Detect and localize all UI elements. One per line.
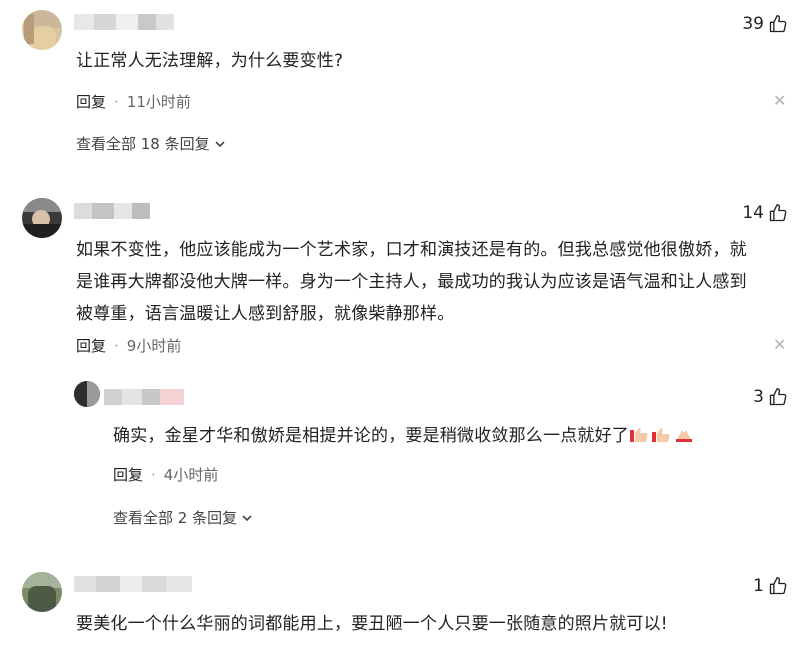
chevron-down-icon xyxy=(215,140,225,147)
username-redacted[interactable] xyxy=(74,14,174,30)
view-all-replies-button[interactable]: 查看全部 2 条回复 xyxy=(113,507,253,528)
like-count: 3 xyxy=(753,387,764,407)
clap-emoji-icon xyxy=(630,428,648,442)
comment-meta: 回复 · 9小时前 xyxy=(76,335,181,356)
username-redacted[interactable] xyxy=(74,203,150,219)
close-icon[interactable]: ✕ xyxy=(773,93,786,109)
username-redacted[interactable] xyxy=(104,389,184,405)
thumbs-up-icon xyxy=(769,15,787,33)
separator-dot: · xyxy=(151,465,156,484)
like-count: 14 xyxy=(742,203,764,223)
close-icon[interactable]: ✕ xyxy=(773,337,786,353)
reply-button[interactable]: 回复 xyxy=(76,335,106,356)
timestamp: 11小时前 xyxy=(126,93,191,111)
thumbs-up-icon xyxy=(769,204,787,222)
view-all-replies-button[interactable]: 查看全部 18 条回复 xyxy=(76,133,226,154)
separator-dot: · xyxy=(114,92,119,111)
reply-button[interactable]: 回复 xyxy=(76,91,106,112)
comment-text: 让正常人无法理解，为什么要变性? xyxy=(76,51,344,71)
thumbs-up-icon xyxy=(769,388,787,406)
avatar[interactable] xyxy=(22,198,62,238)
like-button[interactable]: 3 xyxy=(753,387,788,407)
comment-text-line: 是谁再大牌都没他大牌一样。身为一个主持人，最成功的我认为应该是语气温和让人感到 xyxy=(76,272,747,292)
reply-text: 确实，金星才华和傲娇是相提并论的，要是稍微收敛那么一点就好了 xyxy=(113,426,629,446)
view-all-label: 查看全部 18 条回复 xyxy=(76,135,210,153)
like-button[interactable]: 39 xyxy=(742,14,788,34)
like-button[interactable]: 1 xyxy=(753,576,788,596)
thumbs-up-emoji-icon xyxy=(652,428,670,442)
like-count: 39 xyxy=(742,14,764,34)
comment-text: 要美化一个什么华丽的词都能用上，要丑陋一个人只要一张随意的照片就可以! xyxy=(76,614,668,634)
like-button[interactable]: 14 xyxy=(742,203,788,223)
thumbs-up-icon xyxy=(769,577,787,595)
bow-emoji-icon xyxy=(676,430,692,442)
reply-meta: 回复 · 4小时前 xyxy=(113,464,218,485)
like-count: 1 xyxy=(753,576,764,596)
separator-dot: · xyxy=(114,336,119,355)
reply-text-row: 确实，金星才华和傲娇是相提并论的，要是稍微收敛那么一点就好了 xyxy=(113,420,695,452)
reply-button[interactable]: 回复 xyxy=(113,464,143,485)
chevron-down-icon xyxy=(242,514,252,521)
username-redacted[interactable] xyxy=(74,576,192,592)
view-all-label: 查看全部 2 条回复 xyxy=(113,509,238,527)
comment-text-line: 如果不变性，他应该能成为一个艺术家，口才和演技还是有的。但我总感觉他很傲娇，就 xyxy=(76,240,747,260)
timestamp: 4小时前 xyxy=(163,466,219,484)
comment-meta: 回复 · 11小时前 xyxy=(76,91,191,112)
avatar[interactable] xyxy=(22,572,62,612)
comment-text-line: 被尊重，语言温暖让人感到舒服，就像柴静那样。 xyxy=(76,304,455,324)
avatar[interactable] xyxy=(22,10,62,50)
avatar[interactable] xyxy=(74,381,100,407)
comment-text: 如果不变性，他应该能成为一个艺术家，口才和演技还是有的。但我总感觉他很傲娇，就 … xyxy=(76,234,788,330)
timestamp: 9小时前 xyxy=(126,337,182,355)
